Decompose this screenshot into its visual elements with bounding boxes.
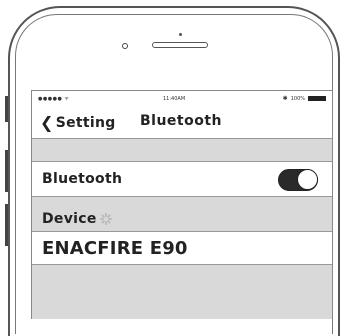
toggle-knob bbox=[297, 169, 318, 190]
device-section-header: Device bbox=[32, 197, 332, 231]
status-right: ✱ 100% bbox=[283, 95, 326, 102]
back-button[interactable]: ❮ Setting bbox=[40, 113, 116, 132]
earpiece-speaker bbox=[152, 42, 208, 48]
device-name: ENACFIRE E90 bbox=[42, 238, 188, 259]
bluetooth-toggle[interactable] bbox=[278, 169, 318, 191]
volume-up-button bbox=[5, 150, 8, 192]
mute-switch bbox=[5, 96, 8, 122]
front-camera bbox=[122, 43, 128, 49]
device-section-label: Device bbox=[42, 211, 112, 227]
status-time: 11:40AM bbox=[163, 96, 186, 102]
battery-icon bbox=[308, 96, 326, 101]
status-bar: ●●●●● ᯤ 11:40AM ✱ 100% bbox=[32, 91, 332, 107]
proximity-sensor bbox=[179, 33, 182, 36]
bluetooth-row: Bluetooth bbox=[32, 161, 332, 197]
chevron-left-icon: ❮ bbox=[40, 113, 54, 132]
volume-down-button bbox=[5, 204, 8, 246]
spinner-icon bbox=[99, 213, 112, 225]
carrier-signal: ●●●●● ᯤ bbox=[38, 96, 70, 102]
phone-screen: ●●●●● ᯤ 11:40AM ✱ 100% ❮ Setting Bluetoo… bbox=[31, 90, 333, 319]
device-label: Device bbox=[42, 211, 97, 227]
back-label: Setting bbox=[55, 114, 116, 131]
device-list-item[interactable]: ENACFIRE E90 bbox=[32, 231, 332, 265]
bluetooth-icon: ✱ bbox=[282, 95, 288, 102]
section-spacer bbox=[32, 139, 332, 161]
page-title: Bluetooth bbox=[140, 113, 223, 129]
navigation-bar: ❮ Setting Bluetooth bbox=[32, 107, 332, 139]
bluetooth-label: Bluetooth bbox=[42, 171, 123, 187]
empty-area bbox=[32, 265, 332, 319]
battery-percent: 100% bbox=[290, 95, 305, 102]
